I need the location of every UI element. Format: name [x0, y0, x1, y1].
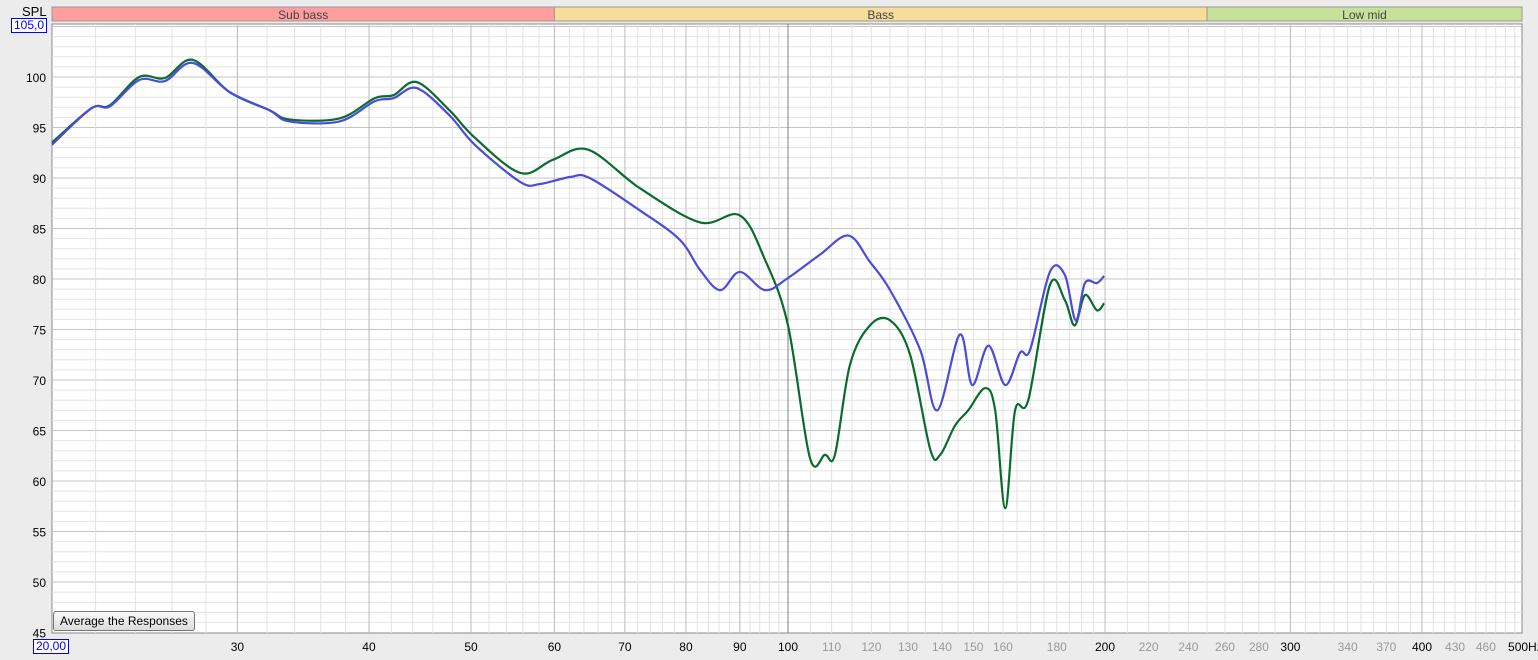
- band-label: Sub bass: [278, 8, 328, 22]
- x-tick-label: 110: [822, 640, 841, 654]
- x-tick-label: 200: [1095, 640, 1115, 654]
- x-tick-label: 370: [1376, 640, 1396, 654]
- x-tick-label: 70: [618, 640, 632, 654]
- x-tick-label: 240: [1178, 640, 1198, 654]
- x-tick-label: 30: [231, 640, 245, 654]
- y-tick-label: 65: [33, 425, 47, 439]
- x-tick-label: 340: [1338, 640, 1358, 654]
- x-tick-label: 90: [733, 640, 747, 654]
- y-tick-label: 100: [26, 71, 46, 85]
- y-tick-label: 80: [33, 273, 47, 287]
- x-tick-label: 280: [1249, 640, 1269, 654]
- band-label: Bass: [867, 8, 894, 22]
- y-axis-label: SPL: [22, 4, 47, 19]
- x-tick-label: 500Hz: [1508, 640, 1538, 654]
- y-tick-label: 75: [33, 324, 47, 338]
- y-tick-label: 85: [33, 223, 47, 237]
- band-label: Low mid: [1342, 8, 1387, 22]
- average-responses-button[interactable]: Average the Responses: [53, 611, 195, 631]
- x-tick-label: 160: [993, 640, 1013, 654]
- y-tick-label: 55: [33, 526, 47, 540]
- y-tick-label: 90: [33, 172, 47, 186]
- y-max-input[interactable]: 105,0: [11, 18, 48, 33]
- x-tick-label: 430: [1445, 640, 1465, 654]
- y-tick-label: 50: [33, 576, 47, 590]
- x-tick-label: 260: [1215, 640, 1235, 654]
- x-tick-label: 80: [679, 640, 693, 654]
- x-tick-label: 100: [778, 640, 798, 654]
- x-min-input[interactable]: 20,00: [33, 639, 70, 654]
- frequency-response-chart[interactable]: Sub bass Bass Low mid 100 95 90 85 80 75 70 65 60 55…: [0, 0, 1538, 660]
- y-tick-label: 60: [33, 475, 47, 489]
- y-tick-label: 95: [33, 122, 47, 136]
- y-tick-label: 70: [33, 374, 47, 388]
- x-tick-label: 180: [1047, 640, 1067, 654]
- x-tick-label: 120: [861, 640, 881, 654]
- x-tick-label: 400: [1412, 640, 1432, 654]
- x-tick-label: 60: [548, 640, 562, 654]
- x-tick-label: 300: [1280, 640, 1300, 654]
- x-tick-label: 460: [1476, 640, 1496, 654]
- x-tick-label: 140: [932, 640, 952, 654]
- x-tick-label: 50: [464, 640, 478, 654]
- x-tick-label: 220: [1139, 640, 1159, 654]
- x-tick-label: 150: [963, 640, 983, 654]
- x-tick-label: 130: [898, 640, 918, 654]
- x-tick-label: 40: [362, 640, 376, 654]
